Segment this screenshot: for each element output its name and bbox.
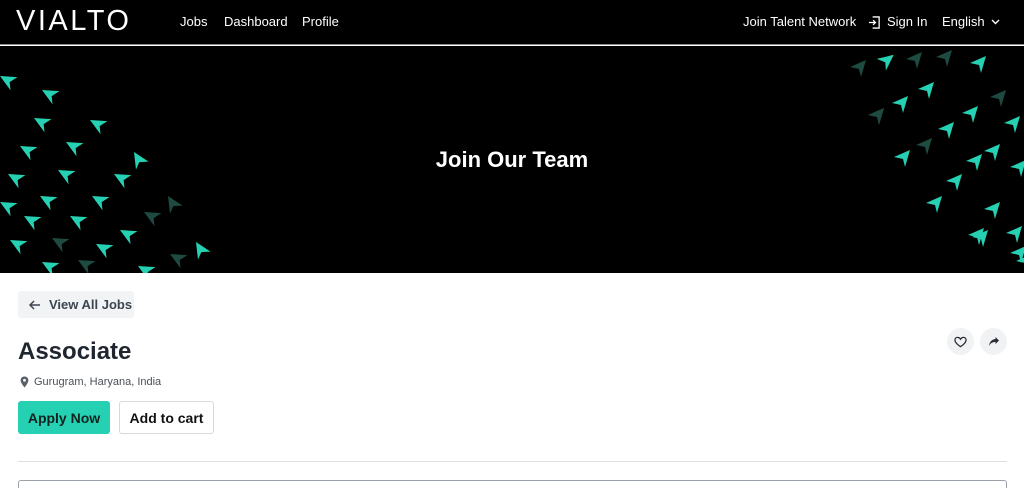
sign-in-icon [868,15,880,29]
hero-banner: Join Our Team [0,46,1024,273]
nav-jobs-link[interactable]: Jobs [180,14,207,30]
nav-dashboard-link[interactable]: Dashboard [224,14,288,30]
map-pin-icon [20,376,29,388]
vialto-logo[interactable]: VIALTO [16,6,131,36]
share-icon [988,337,999,346]
job-location-text: Gurugram, Haryana, India [34,376,162,388]
heart-icon [954,336,967,347]
arrow-left-icon [29,299,40,310]
view-all-jobs-label: View All Jobs [49,297,133,312]
job-details-panel [18,480,1007,488]
share-button[interactable] [980,328,1007,355]
content-divider [18,461,1007,462]
sign-in-link[interactable]: Sign In [868,14,927,30]
join-talent-network-link[interactable]: Join Talent Network [743,14,856,30]
language-label: English [942,14,985,29]
apply-now-button[interactable]: Apply Now [18,401,110,434]
chevron-down-icon [991,19,1000,25]
top-navigation-bar: VIALTO Jobs Dashboard Profile Join Talen… [0,0,1024,45]
add-to-cart-button[interactable]: Add to cart [119,401,214,434]
hero-right-pattern [850,50,1024,271]
sign-in-label: Sign In [887,14,928,29]
job-location: Gurugram, Haryana, India [20,376,161,388]
job-title: Associate [18,338,132,365]
language-selector[interactable]: English [942,14,1000,30]
favorite-button[interactable] [947,328,974,355]
nav-profile-link[interactable]: Profile [302,14,339,30]
view-all-jobs-button[interactable]: View All Jobs [18,291,134,318]
